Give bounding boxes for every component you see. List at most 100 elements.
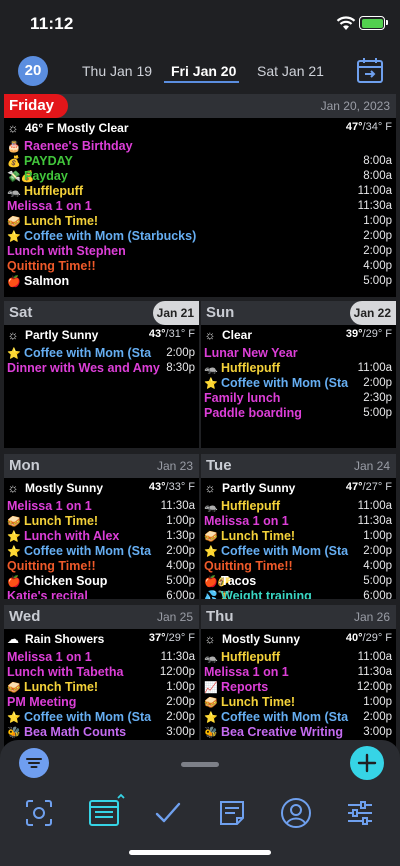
- day-name: Wed: [9, 608, 41, 625]
- event-row[interactable]: ⭐ Coffee with Mom (Starbucks) 2:00p: [7, 229, 392, 244]
- profile-icon[interactable]: [279, 796, 313, 830]
- tab-next-day[interactable]: Sat Jan 21: [257, 63, 324, 79]
- day-cell-sat[interactable]: Sat Jan 21 ☼ Partly Sunny 43°/31° F ⭐ Coff…: [4, 301, 199, 448]
- day-cell-mon[interactable]: Mon Jan 23 ☼ Mostly Sunny 43°/33° F Melis…: [4, 454, 199, 599]
- event-row[interactable]: Melissa 1 on 1 11:30a: [7, 199, 392, 214]
- event-row[interactable]: 🦡 Hufflepuff 11:00a: [7, 184, 392, 199]
- tab-current-day[interactable]: Fri Jan 20: [171, 63, 236, 79]
- today-button[interactable]: 20: [18, 56, 48, 86]
- event-row[interactable]: 🐝 Bea Math Counts 3:00p: [7, 725, 195, 740]
- event-row[interactable]: Melissa 1 on 1 11:30a: [204, 665, 392, 680]
- bottom-sheet: [0, 740, 400, 866]
- day-header: Wed Jan 25: [4, 605, 199, 629]
- temp-low: /29° F: [362, 632, 392, 644]
- day-name: Sun: [206, 304, 235, 321]
- event-title: Lunar New Year: [204, 346, 298, 360]
- event-row[interactable]: Lunch with Stephen 2:00p: [7, 244, 392, 259]
- event-row[interactable]: Melissa 1 on 1 11:30a: [204, 514, 392, 529]
- event-row[interactable]: Lunch with Tabetha 12:00p: [7, 665, 195, 680]
- add-event-button[interactable]: [350, 746, 384, 780]
- moon-icon: ☼: [204, 328, 216, 342]
- day-cell-friday[interactable]: Friday Jan 20, 2023 ☼ 46° F Mostly Clear …: [4, 94, 396, 297]
- event-row[interactable]: 🦡 Hufflepuff 11:00a: [204, 650, 392, 665]
- day-name: Mon: [9, 457, 40, 474]
- tab-prev-day[interactable]: Thu Jan 19: [82, 63, 152, 79]
- event-row[interactable]: ⭐ Coffee with Mom (Sta 2:00p: [204, 544, 392, 559]
- event-time: 8:30p: [164, 362, 195, 374]
- sheet-handle[interactable]: [181, 762, 219, 767]
- event-row[interactable]: 🥪 Lunch Time! 1:00p: [204, 695, 392, 710]
- event-title: Lunch with Tabetha: [7, 665, 124, 679]
- event-title: Coffee with Mom (Starbucks): [24, 229, 197, 243]
- settings-sliders-icon[interactable]: [343, 796, 377, 830]
- event-emoji-icon: 🦡: [204, 652, 218, 664]
- event-row[interactable]: 💦🏋Weight training 6:00p: [204, 589, 392, 599]
- event-row[interactable]: 🍎 Chicken Soup 5:00p: [7, 574, 195, 589]
- filter-button[interactable]: [19, 748, 49, 778]
- event-row[interactable]: ⭐ Coffee with Mom (Sta 2:00p: [7, 346, 195, 361]
- event-row[interactable]: Dinner with Wes and Amy 8:30p: [7, 361, 195, 376]
- event-row[interactable]: ⭐ Coffee with Mom (Sta 2:00p: [204, 376, 392, 391]
- event-row[interactable]: ⭐ Coffee with Mom (Sta 2:00p: [204, 710, 392, 725]
- calendar-icon[interactable]: [86, 792, 126, 832]
- event-row[interactable]: ⭐ Lunch with Alex 1:30p: [7, 529, 195, 544]
- event-row[interactable]: 🥪 Lunch Time! 1:00p: [204, 529, 392, 544]
- day-date: Jan 21: [156, 306, 194, 320]
- event-row[interactable]: Paddle boarding 5:00p: [204, 406, 392, 421]
- event-row[interactable]: 🦡 Hufflepuff 11:00a: [204, 499, 392, 514]
- event-row[interactable]: 🥪 Lunch Time! 1:00p: [7, 514, 195, 529]
- day-cell-thu[interactable]: Thu Jan 26 ☼ Mostly Sunny 40°/29° F 🦡 Huff…: [201, 605, 396, 753]
- event-row[interactable]: Quitting Time!! 4:00p: [7, 559, 195, 574]
- event-title: Lunch with Alex: [24, 529, 120, 543]
- temp-high: 43°: [148, 328, 166, 340]
- event-time: 1:00p: [164, 515, 195, 527]
- event-row[interactable]: 🦡 Hufflepuff 11:00a: [204, 361, 392, 376]
- event-row[interactable]: 📈 Reports 12:00p: [204, 680, 392, 695]
- day-date: Jan 25: [156, 610, 193, 624]
- day-cell-tue[interactable]: Tue Jan 24 ☼ Partly Sunny 47°/27° F 🦡 Huff…: [201, 454, 396, 599]
- event-emoji-icon: ⭐: [204, 546, 218, 558]
- event-emoji-icon: 🥪: [7, 516, 21, 528]
- event-row[interactable]: Melissa 1 on 1 11:30a: [7, 499, 195, 514]
- event-emoji-icon: 📈: [204, 682, 218, 694]
- event-row[interactable]: Lunar New Year: [204, 346, 392, 361]
- event-row[interactable]: 🍎🌮Tacos 5:00p: [204, 574, 392, 589]
- home-indicator: [129, 850, 271, 855]
- event-row[interactable]: 🐝 Bea Creative Writing 3:00p: [204, 725, 392, 740]
- event-row[interactable]: 🍎 Salmon 5:00p: [7, 274, 392, 289]
- status-time: 11:12: [30, 14, 74, 33]
- event-row[interactable]: 💰 PAYDAY 8:00a: [7, 154, 392, 169]
- focus-icon[interactable]: [22, 796, 56, 830]
- date-header: 20 Thu Jan 19 Fri Jan 20 Sat Jan 21: [0, 48, 400, 94]
- wifi-icon: [336, 16, 356, 30]
- event-row[interactable]: 🎂 Raenee's Birthday: [7, 139, 392, 154]
- event-row[interactable]: Katie's recital 6:00p: [7, 589, 195, 599]
- notes-icon[interactable]: [215, 796, 249, 830]
- event-title: Coffee with Mom (Sta: [221, 544, 349, 558]
- checkmark-icon[interactable]: [151, 796, 185, 830]
- event-time: 11:30a: [355, 515, 392, 527]
- event-row[interactable]: 💸💰Payday 8:00a: [7, 169, 392, 184]
- day-cell-wed[interactable]: Wed Jan 25 ☁ Rain Showers 37°/29° F Melis…: [4, 605, 199, 753]
- event-row[interactable]: Quitting Time!! 4:00p: [7, 259, 392, 274]
- current-tab-indicator: [164, 81, 239, 83]
- calendar-jump-icon[interactable]: [356, 56, 384, 84]
- event-row[interactable]: ⭐ Coffee with Mom (Sta 2:00p: [7, 710, 195, 725]
- event-row[interactable]: Family lunch 2:30p: [204, 391, 392, 406]
- weather-condition: Mostly Sunny: [222, 632, 301, 646]
- temp-low: /31° F: [165, 328, 195, 340]
- event-time: 11:30a: [355, 200, 392, 212]
- day-cell-sun[interactable]: Sun Jan 22 ☼ Clear 39°/29° F Lunar New Ye…: [201, 301, 396, 448]
- event-time: 2:00p: [361, 711, 392, 723]
- event-row[interactable]: 🥪 Lunch Time! 1:00p: [7, 680, 195, 695]
- event-title: Lunch with Stephen: [7, 244, 126, 258]
- event-row[interactable]: PM Meeting 2:00p: [7, 695, 195, 710]
- day-name: Sat: [9, 304, 33, 321]
- event-row[interactable]: ⭐ Coffee with Mom (Sta 2:00p: [7, 544, 195, 559]
- event-row[interactable]: Quitting Time!! 4:00p: [204, 559, 392, 574]
- event-row[interactable]: Melissa 1 on 1 11:30a: [7, 650, 195, 665]
- event-row[interactable]: 🥪 Lunch Time! 1:00p: [7, 214, 392, 229]
- event-time: 5:00p: [164, 575, 195, 587]
- weather-condition: Clear: [222, 328, 253, 342]
- day-date: Jan 20, 2023: [320, 99, 390, 113]
